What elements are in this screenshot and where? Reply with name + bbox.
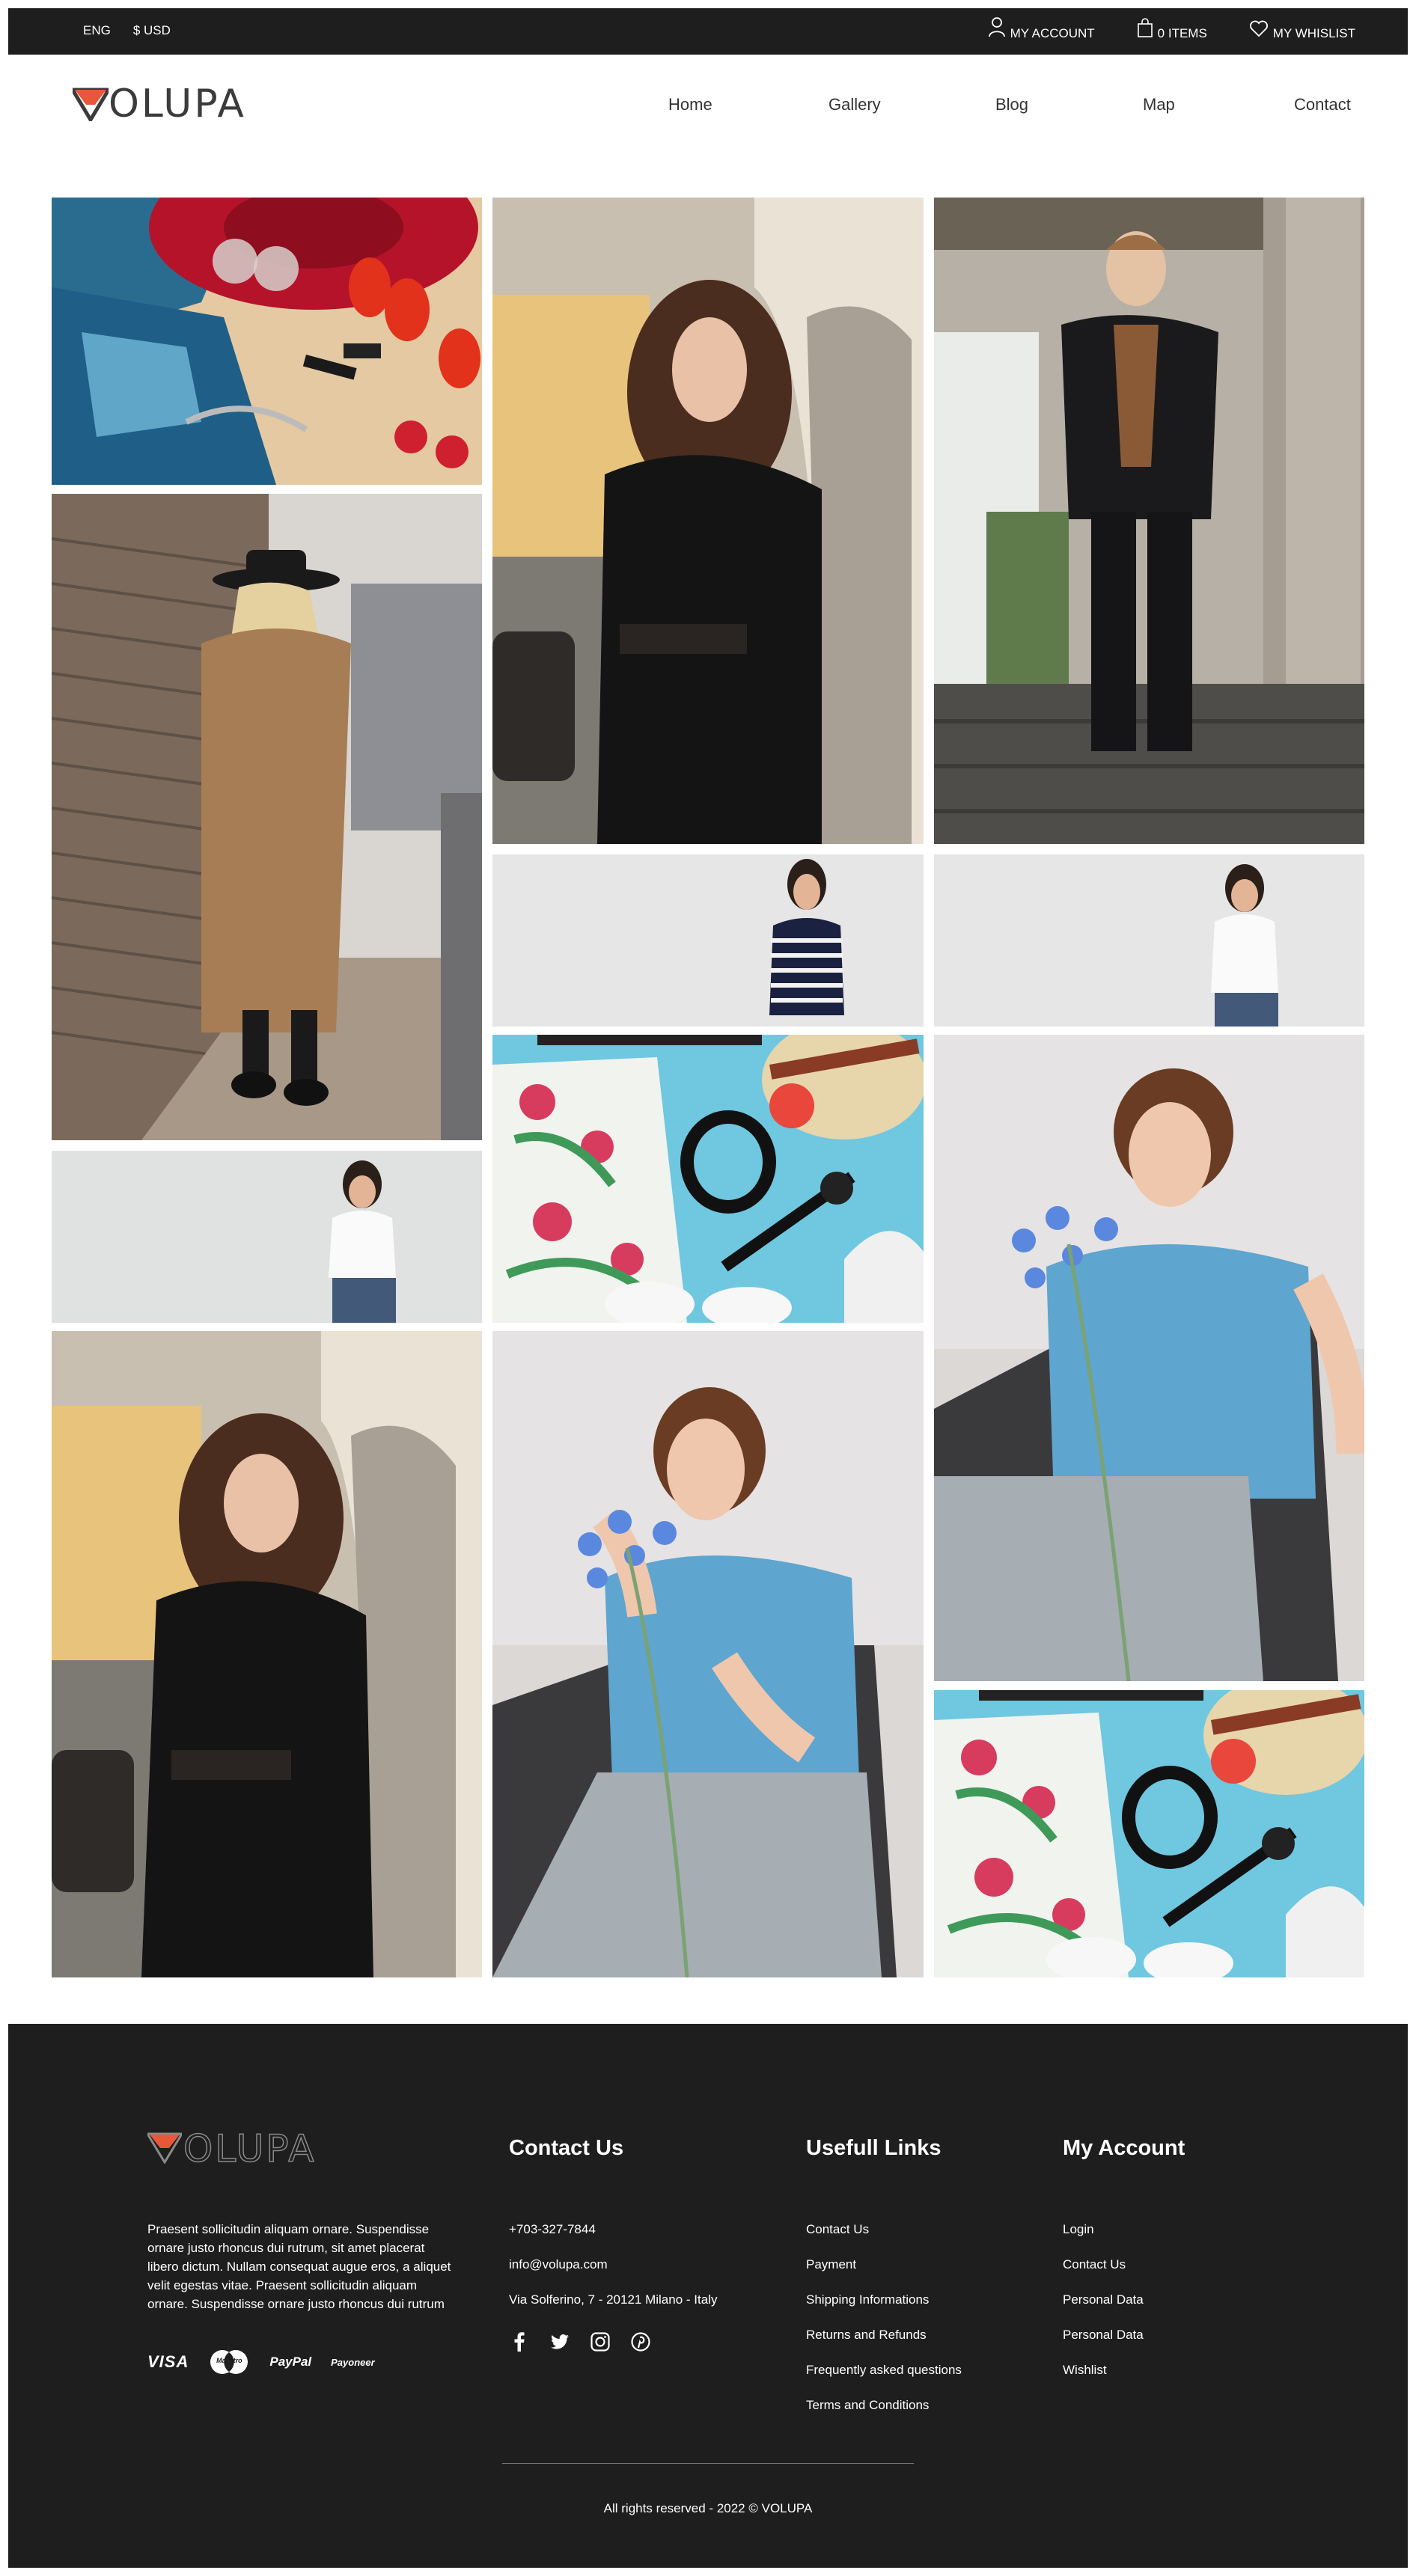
footer-links-list: Contact Us Payment Shipping Informations… xyxy=(806,2222,962,2433)
footer-link-terms[interactable]: Terms and Conditions xyxy=(806,2398,962,2433)
gallery-photo-woman-shh-2[interactable] xyxy=(934,854,1364,1027)
nav-gallery[interactable]: Gallery xyxy=(828,95,881,114)
footer-account-login[interactable]: Login xyxy=(1063,2222,1144,2257)
nav-blog[interactable]: Blog xyxy=(995,95,1028,114)
shopping-bag-icon xyxy=(1137,18,1153,41)
language-selector[interactable]: ENG xyxy=(83,23,111,38)
footer: OLUPA Praesent sollicitudin aliquam orna… xyxy=(8,2024,1408,2568)
footer-account-wishlist[interactable]: Wishlist xyxy=(1063,2363,1144,2398)
footer-account-contact[interactable]: Contact Us xyxy=(1063,2257,1144,2292)
gallery-photo-woman-black-blazer[interactable] xyxy=(492,198,924,844)
header: OLUPA Home Gallery Blog Map Contact xyxy=(8,55,1408,159)
footer-links-title: Usefull Links xyxy=(806,2136,942,2160)
currency-selector[interactable]: $ USD xyxy=(133,23,171,38)
footer-address: Via Solferino, 7 - 20121 Milano - Italy xyxy=(509,2292,718,2307)
gallery-photo-man-suit[interactable] xyxy=(934,198,1364,844)
my-account-link[interactable]: MY ACCOUNT xyxy=(988,16,1095,41)
payment-methods: VISA Maestro PayPal Payoneer xyxy=(147,2349,375,2375)
wishlist-label: MY WHISLIST xyxy=(1272,26,1355,40)
footer-link-contact[interactable]: Contact Us xyxy=(806,2222,962,2257)
social-links xyxy=(508,2331,652,2353)
gallery-photo-man-flowers-2[interactable] xyxy=(934,1035,1364,1681)
copyright: All rights reserved - 2022 © VOLUPA xyxy=(603,2501,813,2515)
user-icon xyxy=(988,16,1006,41)
footer-account-list: Login Contact Us Personal Data Personal … xyxy=(1063,2222,1144,2398)
footer-contact-list: +703-327-7844 info@volupa.com Via Solfer… xyxy=(509,2222,717,2328)
instagram-icon[interactable] xyxy=(589,2331,611,2353)
footer-link-returns[interactable]: Returns and Refunds xyxy=(806,2328,962,2363)
footer-link-shipping[interactable]: Shipping Informations xyxy=(806,2292,962,2328)
footer-logo[interactable]: OLUPA xyxy=(145,2127,317,2170)
footer-account-personal-data[interactable]: Personal Data xyxy=(1063,2292,1144,2328)
footer-link-payment[interactable]: Payment xyxy=(806,2257,962,2292)
gallery-photo-accessories-flatlay[interactable] xyxy=(52,198,482,485)
main-nav: Home Gallery Blog Map Contact xyxy=(8,95,1408,117)
gallery-photo-summer-flatlay[interactable] xyxy=(492,1035,924,1323)
footer-divider xyxy=(502,2463,914,2464)
page: ENG $ USD MY ACCOUNT 0 ITEMS MY WHISLIST… xyxy=(8,8,1408,2568)
footer-link-faq[interactable]: Frequently asked questions xyxy=(806,2363,962,2398)
footer-email[interactable]: info@volupa.com xyxy=(509,2257,717,2292)
gallery-photo-woman-shh[interactable] xyxy=(52,1151,482,1323)
footer-logo-text: OLUPA xyxy=(183,2127,317,2170)
gallery-photo-man-flowers[interactable] xyxy=(492,1331,924,1977)
visa-icon: VISA xyxy=(147,2352,189,2371)
gallery-photo-summer-flatlay-2[interactable] xyxy=(934,1690,1364,1977)
wishlist-link[interactable]: MY WHISLIST xyxy=(1249,19,1355,41)
gallery-photo-trench-coat[interactable] xyxy=(52,494,482,1140)
cart-label: 0 ITEMS xyxy=(1157,26,1207,40)
footer-phone[interactable]: +703-327-7844 xyxy=(509,2222,717,2257)
footer-contact-title: Contact Us xyxy=(509,2136,624,2160)
gallery-photo-woman-black-blazer-2[interactable] xyxy=(52,1331,482,1977)
footer-about-text: Praesent sollicitudin aliquam ornare. Su… xyxy=(147,2222,451,2311)
heart-icon xyxy=(1249,19,1269,41)
maestro-icon: Maestro xyxy=(208,2349,250,2375)
footer-account-personal-data-2[interactable]: Personal Data xyxy=(1063,2328,1144,2363)
pinterest-icon[interactable] xyxy=(629,2331,652,2353)
twitter-icon[interactable] xyxy=(549,2331,571,2353)
gallery-photo-woman-striped-shirt[interactable] xyxy=(492,854,924,1027)
footer-account-title: My Account xyxy=(1063,2136,1185,2160)
logo-mark-icon xyxy=(145,2131,184,2167)
cart-link[interactable]: 0 ITEMS xyxy=(1137,18,1207,41)
nav-contact[interactable]: Contact xyxy=(1294,95,1351,114)
top-bar: ENG $ USD MY ACCOUNT 0 ITEMS MY WHISLIST xyxy=(8,8,1408,55)
paypal-icon: PayPal xyxy=(269,2355,312,2369)
nav-home[interactable]: Home xyxy=(668,95,712,114)
payoneer-icon: Payoneer xyxy=(331,2356,375,2368)
nav-map[interactable]: Map xyxy=(1143,95,1175,114)
my-account-label: MY ACCOUNT xyxy=(1010,26,1095,40)
facebook-icon[interactable] xyxy=(508,2331,531,2353)
